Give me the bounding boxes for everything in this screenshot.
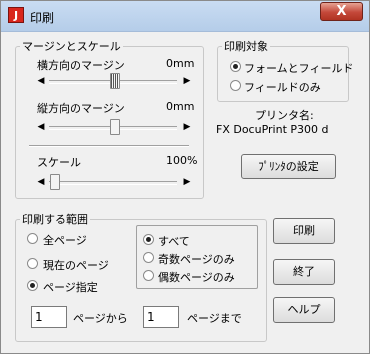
radio-form-and-field-label[interactable]: フォームとフィールド <box>244 60 353 76</box>
divider <box>29 145 189 147</box>
radio-current-page[interactable] <box>27 258 38 269</box>
horizontal-margin-slider[interactable]: ◀ ▶ <box>35 73 193 89</box>
radio-all-pages[interactable] <box>27 233 38 244</box>
radio-odd-pages[interactable] <box>143 252 154 263</box>
close-button[interactable]: X <box>320 2 363 21</box>
slider-thumb[interactable] <box>110 73 120 89</box>
radio-even-pages-label[interactable]: 偶数ページのみ <box>158 269 235 285</box>
to-page-label: ページまで <box>187 312 242 325</box>
vertical-margin-value: 0mm <box>166 100 195 113</box>
horizontal-margin-label: 横方向のマージン <box>37 59 125 72</box>
to-page-input[interactable]: 1 <box>143 306 179 328</box>
slider-right-arrow-icon[interactable]: ▶ <box>181 119 193 135</box>
radio-page-range-label[interactable]: ページ指定 <box>43 279 98 295</box>
radio-all-parity-label[interactable]: すべて <box>158 233 190 249</box>
app-icon: J <box>8 7 24 23</box>
radio-page-range[interactable] <box>27 280 38 291</box>
print-range-legend: 印刷する範囲 <box>22 213 88 226</box>
radio-form-and-field[interactable] <box>230 61 241 72</box>
slider-thumb[interactable] <box>110 119 120 135</box>
print-dialog: J 印刷 X マージンとスケール 横方向のマージン 0mm ◀ ▶ 縦方向のマー… <box>0 0 370 354</box>
slider-left-arrow-icon[interactable]: ◀ <box>35 119 47 135</box>
exit-button[interactable]: 終了 <box>273 259 335 285</box>
title-bar: J 印刷 X <box>1 1 369 32</box>
radio-all-parity[interactable] <box>143 234 154 245</box>
window-title: 印刷 <box>30 11 55 25</box>
scale-label: スケール <box>37 156 81 169</box>
help-button[interactable]: ヘルプ <box>273 297 335 323</box>
radio-field-only-label[interactable]: フィールドのみ <box>244 79 321 95</box>
print-button[interactable]: 印刷 <box>273 218 335 244</box>
slider-left-arrow-icon[interactable]: ◀ <box>35 174 47 190</box>
scale-value: 100% <box>166 154 198 167</box>
slider-thumb[interactable] <box>50 174 60 190</box>
from-page-label: ページから <box>73 312 128 325</box>
vertical-margin-label: 縦方向のマージン <box>37 102 125 115</box>
slider-right-arrow-icon[interactable]: ▶ <box>181 73 193 89</box>
horizontal-margin-value: 0mm <box>166 57 195 70</box>
slider-right-arrow-icon[interactable]: ▶ <box>181 174 193 190</box>
radio-field-only[interactable] <box>230 80 241 91</box>
printer-name-label: プリンタ名: <box>255 109 314 122</box>
radio-odd-pages-label[interactable]: 奇数ページのみ <box>158 251 235 267</box>
printer-name-value: FX DocuPrint P300 d <box>216 123 329 136</box>
radio-current-page-label[interactable]: 現在のページ <box>43 257 109 273</box>
printer-settings-button[interactable]: ﾌﾟﾘﾝﾀの設定 <box>241 154 336 179</box>
radio-even-pages[interactable] <box>143 270 154 281</box>
from-page-input[interactable]: 1 <box>31 306 67 328</box>
radio-all-pages-label[interactable]: 全ページ <box>43 232 87 248</box>
margin-scale-legend: マージンとスケール <box>22 40 121 53</box>
print-target-legend: 印刷対象 <box>224 40 268 53</box>
scale-slider[interactable]: ◀ ▶ <box>35 174 193 190</box>
slider-left-arrow-icon[interactable]: ◀ <box>35 73 47 89</box>
slider-track <box>49 181 177 185</box>
vertical-margin-slider[interactable]: ◀ ▶ <box>35 119 193 135</box>
